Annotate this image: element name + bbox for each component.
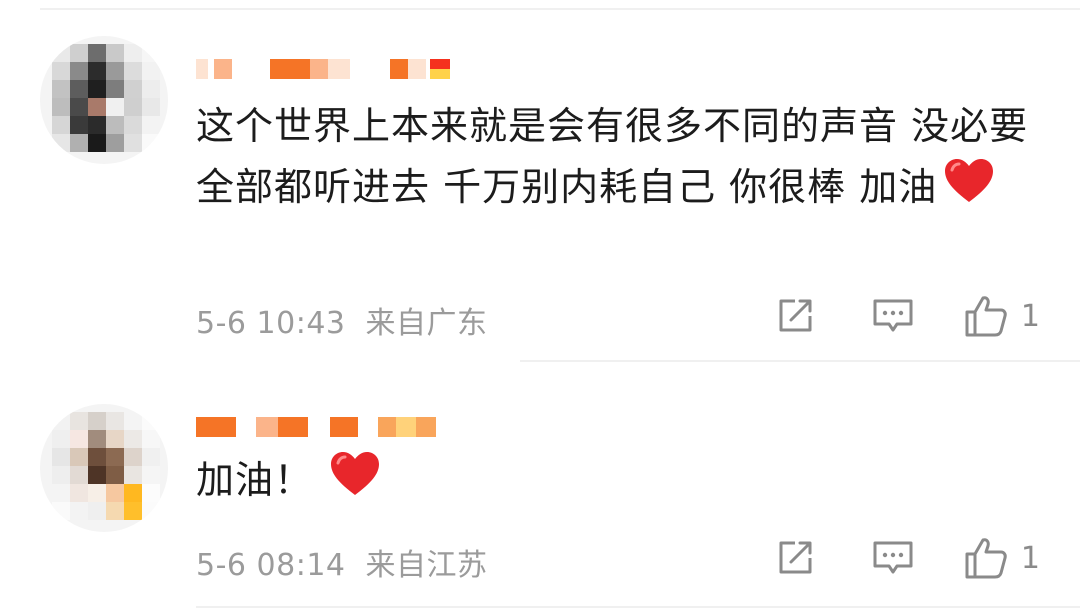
heart-emoji (329, 451, 381, 515)
reply-button[interactable] (871, 296, 915, 336)
comment-meta: 5-6 08:14 来自江苏 (196, 540, 488, 584)
thumbs-up-icon (965, 538, 1007, 579)
repost-button[interactable] (775, 538, 815, 578)
like-button[interactable]: 1 (963, 536, 1040, 580)
avatar[interactable] (40, 404, 168, 532)
repost-icon (779, 299, 812, 332)
comment-icon (873, 541, 913, 574)
avatar[interactable] (40, 36, 168, 164)
comment-icon (873, 299, 913, 332)
like-button[interactable]: 1 (963, 294, 1040, 338)
like-count: 1 (1020, 298, 1040, 334)
comment-text: 加油！ (196, 450, 1046, 515)
comment-meta: 5-6 10:43 来自广东 (196, 298, 488, 342)
comment-body: 这个世界上本来就是会有很多不同的声音 没必要全部都听进去 千万别内耗自己 你很棒… (196, 104, 1029, 209)
comment-actions: 1 (775, 294, 1040, 338)
like-count: 1 (1020, 540, 1040, 576)
username-blurred[interactable] (196, 50, 450, 88)
comment-date: 5-6 10:43 (196, 306, 346, 341)
comment-item: 加油！ 5-6 08:14 来自江苏 1 (0, 362, 1080, 616)
username-blurred[interactable] (196, 408, 436, 446)
thumbs-up-icon (965, 296, 1007, 337)
repost-icon (779, 541, 812, 574)
bottom-divider (196, 606, 1080, 608)
comment-text: 这个世界上本来就是会有很多不同的声音 没必要全部都听进去 千万别内耗自己 你很棒… (196, 96, 1046, 222)
comment-body: 加油！ (196, 458, 314, 502)
comment-date: 5-6 08:14 (196, 548, 346, 583)
comment-location: 来自广东 (365, 306, 488, 341)
repost-button[interactable] (775, 296, 815, 336)
reply-button[interactable] (871, 538, 915, 578)
comment-location: 来自江苏 (365, 548, 488, 583)
heart-emoji (943, 158, 995, 222)
comment-item: 这个世界上本来就是会有很多不同的声音 没必要全部都听进去 千万别内耗自己 你很棒… (0, 0, 1080, 360)
comment-actions: 1 (775, 536, 1040, 580)
